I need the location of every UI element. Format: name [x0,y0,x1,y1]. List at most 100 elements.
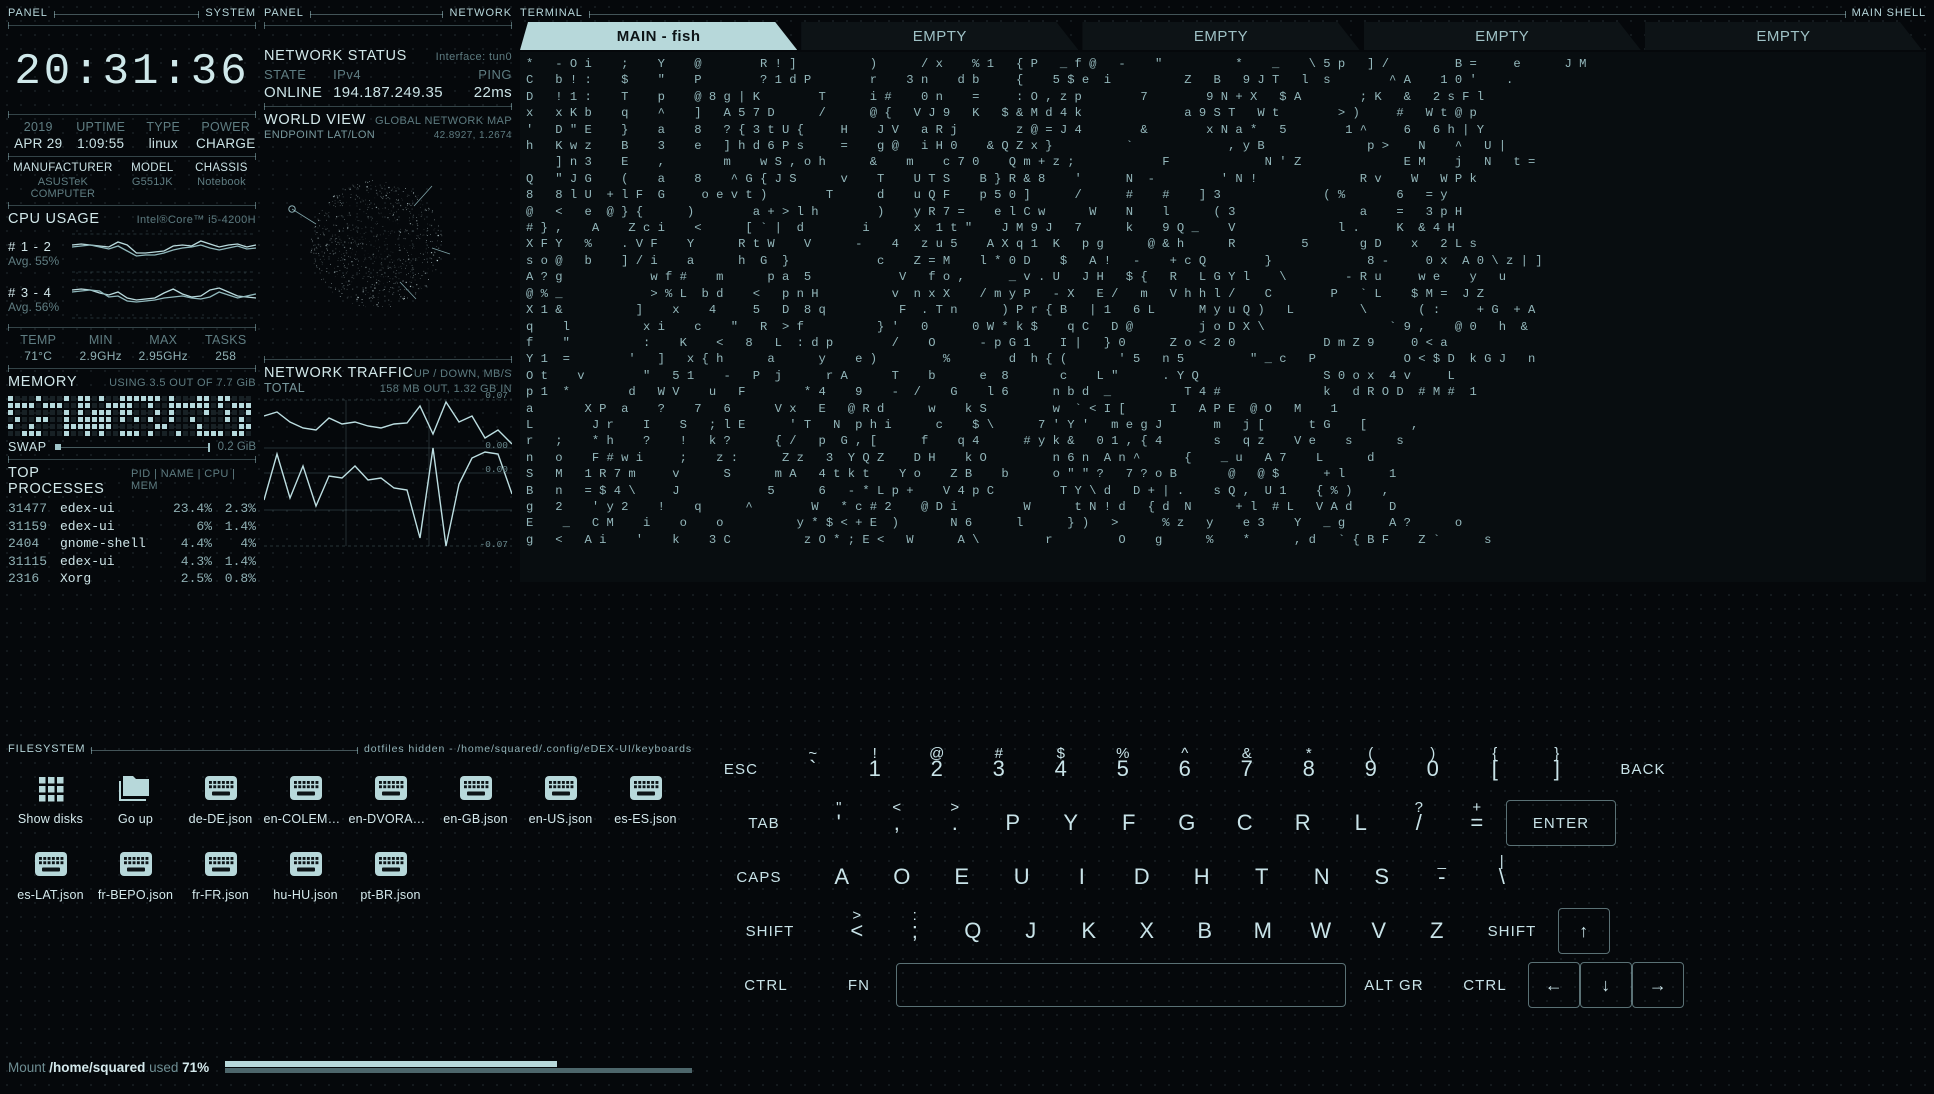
divider [264,22,512,29]
key-space[interactable]: | \ [1472,853,1532,900]
key-back[interactable]: BACK [1588,746,1698,792]
key-b[interactable]: B [1176,908,1234,954]
keyboard-row-1: TAB " ' <, >. P Y F G C R L ? / + = ENTER [700,796,1926,850]
key-8[interactable]: * 8 [1278,745,1340,792]
memory-cell [246,410,251,415]
key-4[interactable]: $4 [1030,745,1092,792]
key-v[interactable]: V [1350,908,1408,954]
terminal-tab-3[interactable]: EMPTY [1364,22,1641,50]
key-space[interactable]: }] [1526,745,1588,792]
key-h[interactable]: H [1172,854,1232,900]
process-row[interactable]: 2316 Xorg 2.5% 0.8% [8,570,256,588]
key-w[interactable]: W [1292,908,1350,954]
key-alt-gr[interactable]: ALT GR [1346,962,1442,1008]
key-space[interactable] [896,963,1346,1007]
key-shift[interactable]: SHIFT [712,908,828,954]
key-c[interactable]: C [1216,800,1274,846]
key-a[interactable]: A [812,854,872,900]
filesystem-item-5[interactable]: en-GB.json [433,772,518,826]
key-u[interactable]: U [992,854,1052,900]
process-row[interactable]: 31477 edex-ui 23.4% 2.3% [8,500,256,518]
key-j[interactable]: J [1002,908,1060,954]
key-p[interactable]: P [984,800,1042,846]
key-y[interactable]: Y [1042,800,1100,846]
key-l[interactable]: L [1332,800,1390,846]
key-z[interactable]: Z [1408,908,1466,954]
memory-cell [22,410,27,415]
key-tab[interactable]: TAB [718,800,810,846]
key-d[interactable]: D [1112,854,1172,900]
filesystem-item-3[interactable]: en-COLEMAK… [263,772,348,826]
key-esc[interactable]: ESC [700,746,782,792]
key-ctrl[interactable]: CTRL [710,962,822,1008]
filesystem-item-8[interactable]: es-LAT.json [8,848,93,902]
key-5[interactable]: % 5 [1092,745,1154,792]
key-0[interactable]: ) 0 [1402,745,1464,792]
key-space[interactable]: ? / [1390,799,1448,846]
key-k[interactable]: K [1060,908,1118,954]
memory-cell [92,431,97,436]
key-space[interactable]: ← [1528,962,1580,1008]
filesystem-item-2[interactable]: de-DE.json [178,772,263,826]
process-row[interactable]: 31115 edex-ui 4.3% 1.4% [8,553,256,571]
key-space[interactable]: ↓ [1580,962,1632,1008]
key-shift[interactable]: SHIFT [1466,908,1558,954]
filesystem-item-0[interactable]: Show disks [8,772,93,826]
process-row[interactable]: 31159 edex-ui 6% 1.4% [8,518,256,536]
key-q[interactable]: Q [944,908,1002,954]
memory-cell [78,410,83,415]
filesystem-item-11[interactable]: hu-HU.json [263,848,348,902]
key-9[interactable]: (9 [1340,745,1402,792]
key-m[interactable]: M [1234,908,1292,954]
key-2[interactable]: @2 [906,745,968,792]
key-space[interactable]: _ - [1412,853,1472,900]
filesystem-item-10[interactable]: fr-FR.json [178,848,263,902]
terminal-tab-0[interactable]: MAIN - fish [520,22,797,50]
key-space[interactable]: ↑ [1558,908,1610,954]
key-o[interactable]: O [872,854,932,900]
filesystem-item-4[interactable]: en-DVORAK.js… [348,772,433,826]
key-space[interactable]: >. [926,799,984,846]
filesystem-item-1[interactable]: Go up [93,772,178,826]
key-caps[interactable]: CAPS [706,854,812,900]
key-space[interactable]: > < [828,907,886,954]
terminal-tab-1[interactable]: EMPTY [801,22,1078,50]
key-7[interactable]: & 7 [1216,745,1278,792]
filesystem-item-7[interactable]: es-ES.json [603,772,688,826]
key-space[interactable]: → [1632,962,1684,1008]
terminal-tab-4[interactable]: EMPTY [1645,22,1922,50]
key-space[interactable]: <, [868,799,926,846]
terminal-tab-2[interactable]: EMPTY [1082,22,1359,50]
key-n[interactable]: N [1292,854,1352,900]
process-row[interactable]: 2404 gnome-shell 4.4% 4% [8,535,256,553]
key-space[interactable]: " ' [810,799,868,846]
key-t[interactable]: T [1232,854,1292,900]
key-e[interactable]: E [932,854,992,900]
cpu-core-label: # 1 - 2 Avg. 55% [8,239,66,268]
key-space[interactable]: ~ ` [782,745,844,792]
key-6[interactable]: ^ 6 [1154,745,1216,792]
key-space[interactable]: :; [886,907,944,954]
key-enter[interactable]: ENTER [1506,800,1616,846]
key-fn[interactable]: FN [822,962,896,1008]
world-globe[interactable] [264,144,512,354]
key-x[interactable]: X [1118,908,1176,954]
terminal-buffer[interactable]: * - O i ; Y @ R ! ] ) / x % 1 { P _ f @ … [520,52,1926,582]
filesystem-item-12[interactable]: pt-BR.json [348,848,433,902]
filesystem-item-6[interactable]: en-US.json [518,772,603,826]
key-shift-label: @ [929,745,945,762]
keyboard-row-4: CTRL FN ALT GR CTRL ← ↓ → [700,958,1926,1012]
key-1[interactable]: ! 1 [844,745,906,792]
filesystem-item-9[interactable]: fr-BEPO.json [93,848,178,902]
memory-cell [50,424,55,429]
key-g[interactable]: G [1158,800,1216,846]
key-space[interactable]: {[ [1464,745,1526,792]
key-space[interactable]: + = [1448,799,1506,846]
key-i[interactable]: I [1052,854,1112,900]
key-s[interactable]: S [1352,854,1412,900]
key-3[interactable]: #3 [968,745,1030,792]
key-r[interactable]: R [1274,800,1332,846]
memory-cell [218,424,223,429]
key-ctrl[interactable]: CTRL [1442,962,1528,1008]
key-f[interactable]: F [1100,800,1158,846]
